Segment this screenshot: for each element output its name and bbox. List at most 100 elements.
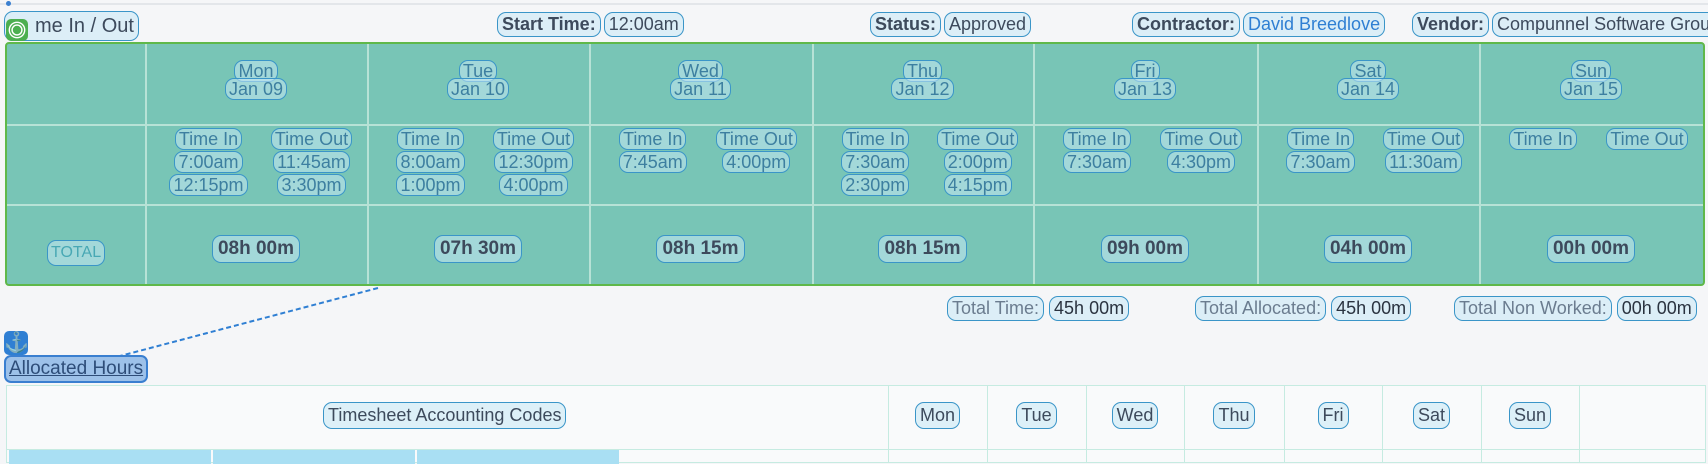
- start-time-value: 12:00am: [603, 12, 684, 37]
- time-in-entry[interactable]: 7:00am: [174, 151, 243, 173]
- accounting-codes-header-label: Timesheet Accounting Codes: [323, 402, 567, 429]
- time-in-entry[interactable]: 7:45am: [618, 151, 687, 173]
- time-out-column: Time Out 11:30am: [1368, 128, 1479, 173]
- vendor-group: Vendor: Compunnel Software Group: [1412, 11, 1708, 38]
- vendor-label: Vendor:: [1412, 12, 1490, 37]
- time-in-header: Time In: [841, 128, 909, 150]
- day-total: 08h 15m: [656, 235, 745, 263]
- time-in-header: Time In: [1286, 128, 1355, 150]
- accounting-day-header: Wed: [1086, 402, 1184, 429]
- time-in-entry[interactable]: 7:30am: [1286, 151, 1355, 173]
- total-time-value: 45h 00m: [1049, 296, 1130, 321]
- allocated-hours-link[interactable]: Allocated Hours: [4, 355, 149, 383]
- day-total-cell: 09h 00m: [1033, 235, 1257, 263]
- contractor-group: Contractor: David Breedlove: [1132, 11, 1386, 38]
- time-out-entry[interactable]: 11:30am: [1385, 151, 1462, 173]
- total-time-label: Total Time:: [947, 296, 1045, 321]
- time-in-entry[interactable]: 7:30am: [1062, 151, 1132, 173]
- time-out-header: Time Out: [270, 128, 353, 150]
- time-out-header: Time Out: [1382, 128, 1465, 150]
- time-in-column: Time In: [1495, 128, 1591, 150]
- day-header: Fri Jan 13: [1033, 60, 1257, 100]
- time-out-entry[interactable]: 12:30pm: [494, 151, 573, 173]
- status-group: Status: Approved: [870, 11, 1032, 38]
- top-divider: [0, 3, 1708, 5]
- time-out-header: Time Out: [937, 128, 1019, 150]
- day-total-cell: 07h 30m: [367, 235, 589, 263]
- time-in-column: Time In 7:00am 12:15pm: [161, 128, 256, 196]
- contractor-link[interactable]: David Breedlove: [1243, 12, 1386, 37]
- time-out-column: Time Out 4:30pm: [1145, 128, 1257, 173]
- table-column-divider: [1579, 386, 1580, 462]
- anchor-icon[interactable]: ⚓: [4, 331, 29, 355]
- time-in-entry[interactable]: 12:15pm: [169, 174, 248, 196]
- day-total: 08h 00m: [211, 235, 301, 263]
- time-in-entry[interactable]: 7:30am: [841, 151, 910, 173]
- accounting-day-header: Sat: [1382, 402, 1481, 429]
- accounting-day-header: Sun: [1481, 402, 1579, 429]
- time-in-entry[interactable]: 2:30pm: [841, 174, 910, 196]
- accounting-day-header: Mon: [888, 402, 987, 429]
- accounting-day-label: Thu: [1213, 402, 1255, 429]
- code-column-2[interactable]: [213, 450, 415, 464]
- time-out-column: Time Out 4:00pm: [701, 128, 813, 173]
- time-out-header: Time Out: [492, 128, 575, 150]
- day-total: 00h 00m: [1546, 235, 1636, 263]
- accounting-day-label: Sun: [1508, 402, 1552, 429]
- time-out-entry[interactable]: 2:00pm: [943, 151, 1012, 173]
- vendor-value: Compunnel Software Group: [1492, 12, 1708, 37]
- day-date: Jan 15: [1559, 78, 1623, 100]
- code-column-1[interactable]: [9, 450, 211, 464]
- total-non-worked-group: Total Non Worked: 00h 00m: [1454, 296, 1697, 321]
- time-in-header: Time In: [619, 128, 687, 150]
- time-out-header: Time Out: [715, 128, 797, 150]
- accounting-day-label: Mon: [914, 402, 960, 429]
- time-in-column: Time In 7:45am: [605, 128, 701, 173]
- day-date: Jan 11: [670, 78, 731, 100]
- day-header: Tue Jan 10: [367, 60, 589, 100]
- accounting-day-label: Tue: [1016, 402, 1057, 429]
- time-out-entry[interactable]: 4:30pm: [1166, 151, 1236, 173]
- time-out-entry[interactable]: 4:00pm: [499, 174, 568, 196]
- total-label: TOTAL: [47, 240, 106, 266]
- time-out-column: Time Out 12:30pm 4:00pm: [478, 128, 589, 196]
- time-in-column: Time In 8:00am 1:00pm: [383, 128, 478, 196]
- day-total-cell: 08h 00m: [145, 235, 367, 263]
- time-out-column: Time Out: [1591, 128, 1703, 150]
- day-total-cell: 00h 00m: [1479, 235, 1703, 263]
- day-total: 07h 30m: [433, 235, 523, 263]
- time-out-entry[interactable]: 4:00pm: [722, 151, 791, 173]
- target-icon[interactable]: [6, 19, 28, 41]
- day-header: Sun Jan 15: [1479, 60, 1703, 100]
- time-in-out-grid: TOTAL Mon Jan 09 Time In 7:00am 12:15pm Time …: [5, 42, 1705, 286]
- time-out-entry[interactable]: 3:30pm: [277, 174, 346, 196]
- day-date: Jan 09: [224, 78, 288, 100]
- contractor-label: Contractor:: [1132, 12, 1240, 37]
- start-time-group: Start Time: 12:00am: [497, 11, 684, 38]
- time-out-entry[interactable]: 11:45am: [273, 151, 350, 173]
- total-allocated-value: 45h 00m: [1331, 296, 1412, 321]
- time-in-entry[interactable]: 1:00pm: [396, 174, 465, 196]
- top-marker: [6, 1, 11, 6]
- accounting-day-label: Fri: [1317, 402, 1349, 429]
- time-out-header: Time Out: [1160, 128, 1242, 150]
- accounting-day-header: Tue: [987, 402, 1086, 429]
- time-in-header: Time In: [396, 128, 465, 150]
- day-date: Jan 13: [1113, 78, 1177, 100]
- total-time-group: Total Time: 45h 00m: [947, 296, 1130, 321]
- time-out-column: Time Out 11:45am 3:30pm: [256, 128, 367, 196]
- time-out-entry[interactable]: 4:15pm: [943, 174, 1012, 196]
- time-in-header: Time In: [1063, 128, 1131, 150]
- accounting-day-label: Sat: [1412, 402, 1451, 429]
- code-column-3[interactable]: [417, 450, 619, 464]
- day-total: 08h 15m: [878, 235, 967, 263]
- time-in-column: Time In 7:30am: [1273, 128, 1368, 173]
- day-total: 09h 00m: [1100, 235, 1190, 263]
- accounting-day-header: Thu: [1184, 402, 1284, 429]
- time-in-entry[interactable]: 8:00am: [396, 151, 465, 173]
- total-non-worked-value: 00h 00m: [1616, 296, 1697, 321]
- day-header: Mon Jan 09: [145, 60, 367, 100]
- accounting-day-header: Fri: [1284, 402, 1382, 429]
- accounting-codes-header: Timesheet Accounting Codes: [323, 402, 567, 429]
- day-total: 04h 00m: [1323, 235, 1413, 263]
